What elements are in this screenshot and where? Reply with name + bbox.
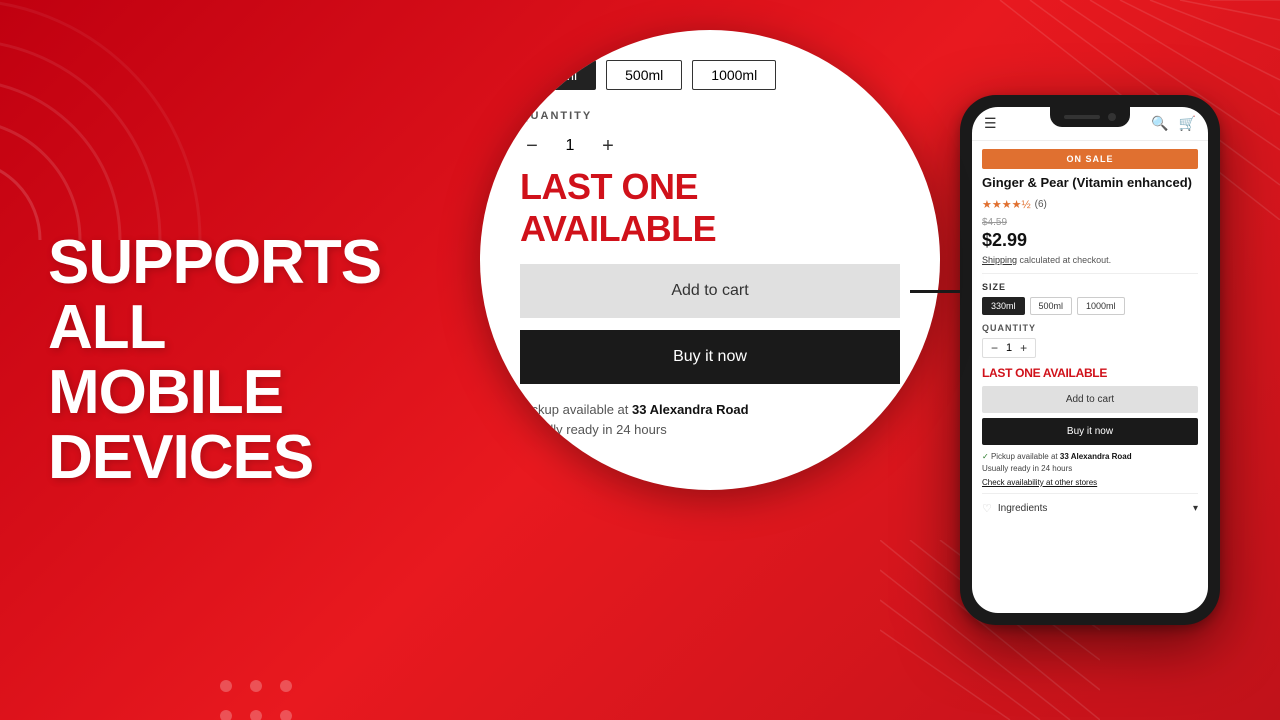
shipping-info: Shipping calculated at checkout. bbox=[982, 255, 1198, 274]
review-count: (6) bbox=[1035, 199, 1047, 210]
headline-line2: MOBILE bbox=[48, 360, 468, 425]
ingredients-label: Ingredients bbox=[998, 503, 1047, 514]
headline-text: SUPPORTS ALL MOBILE DEVICES bbox=[48, 230, 468, 490]
heart-icon: ♡ bbox=[982, 502, 992, 515]
shipping-link[interactable]: Shipping bbox=[982, 255, 1017, 265]
ingredients-accordion[interactable]: ♡ Ingredients ▾ bbox=[982, 493, 1198, 523]
pickup-info-zoom: Pickup available at 33 Alexandra Road Us… bbox=[500, 400, 920, 439]
add-to-cart-button-zoom[interactable]: Add to cart bbox=[520, 264, 900, 318]
phone-screen: ☰ 🔍 🛒 ON SALE Ginger & Pear (Vitamin enh… bbox=[972, 107, 1208, 613]
size-selector-zoom: 330ml 500ml 1000ml bbox=[500, 60, 920, 90]
on-sale-badge: ON SALE bbox=[982, 149, 1198, 169]
zoom-circle: 330ml 500ml 1000ml QUANTITY − 1 + LAST O… bbox=[480, 30, 940, 490]
phone-size-500ml[interactable]: 500ml bbox=[1030, 297, 1073, 315]
quantity-row-zoom: − 1 + bbox=[500, 134, 920, 158]
quantity-value-zoom: 1 bbox=[560, 137, 580, 155]
phone-qty-decrease[interactable]: − bbox=[991, 341, 998, 355]
size-button-330ml[interactable]: 330ml bbox=[520, 60, 596, 90]
chevron-down-icon: ▾ bbox=[1193, 503, 1198, 514]
phone-qty-increase[interactable]: + bbox=[1020, 341, 1027, 355]
phone-size-330ml[interactable]: 330ml bbox=[982, 297, 1025, 315]
phone-content-area: ON SALE Ginger & Pear (Vitamin enhanced)… bbox=[972, 141, 1208, 611]
rating-row: ★★★★½ (6) bbox=[982, 198, 1198, 211]
nav-icons: 🔍 🛒 bbox=[1151, 115, 1196, 132]
size-label: SIZE bbox=[982, 282, 1198, 292]
original-price: $4.59 bbox=[982, 217, 1198, 228]
size-button-1000ml[interactable]: 1000ml bbox=[692, 60, 776, 90]
buy-it-now-button-phone[interactable]: Buy it now bbox=[982, 418, 1198, 445]
quantity-label-zoom: QUANTITY bbox=[500, 110, 920, 122]
last-one-label-zoom: LAST ONE AVAILABLE bbox=[500, 166, 920, 250]
phone-qty-value: 1 bbox=[1006, 342, 1012, 354]
pickup-info-phone: ✓ Pickup available at 33 Alexandra Road … bbox=[982, 451, 1198, 489]
phone-size-1000ml[interactable]: 1000ml bbox=[1077, 297, 1125, 315]
last-one-label-phone: LAST ONE AVAILABLE bbox=[982, 366, 1198, 380]
size-button-500ml[interactable]: 500ml bbox=[606, 60, 682, 90]
search-icon[interactable]: 🔍 bbox=[1151, 115, 1168, 132]
phone-body: ☰ 🔍 🛒 ON SALE Ginger & Pear (Vitamin enh… bbox=[960, 95, 1220, 625]
quantity-increase-zoom[interactable]: + bbox=[596, 134, 620, 158]
add-to-cart-button-phone[interactable]: Add to cart bbox=[982, 386, 1198, 413]
pickup-check-icon: ✓ bbox=[982, 452, 989, 461]
notch-camera bbox=[1108, 113, 1116, 121]
star-rating: ★★★★½ bbox=[982, 198, 1031, 211]
quantity-label-phone: QUANTITY bbox=[982, 323, 1198, 333]
quantity-row-phone: − 1 + bbox=[982, 338, 1036, 358]
size-selector-phone: 330ml 500ml 1000ml bbox=[982, 297, 1198, 315]
cart-icon[interactable]: 🛒 bbox=[1179, 115, 1196, 132]
check-availability-link[interactable]: Check availability at other stores bbox=[982, 477, 1198, 489]
decorative-arcs bbox=[0, 0, 240, 240]
headline-line3: DEVICES bbox=[48, 425, 468, 490]
hamburger-icon[interactable]: ☰ bbox=[984, 115, 997, 132]
buy-it-now-button-zoom[interactable]: Buy it now bbox=[520, 330, 900, 384]
phone-mockup: ☰ 🔍 🛒 ON SALE Ginger & Pear (Vitamin enh… bbox=[960, 20, 1220, 700]
phone-notch bbox=[1050, 107, 1130, 127]
connector-line bbox=[910, 290, 960, 293]
quantity-decrease-zoom[interactable]: − bbox=[520, 134, 544, 158]
headline-line1: SUPPORTS ALL bbox=[48, 230, 468, 360]
sale-price: $2.99 bbox=[982, 230, 1198, 251]
product-title: Ginger & Pear (Vitamin enhanced) bbox=[982, 175, 1198, 192]
notch-speaker bbox=[1064, 115, 1100, 119]
